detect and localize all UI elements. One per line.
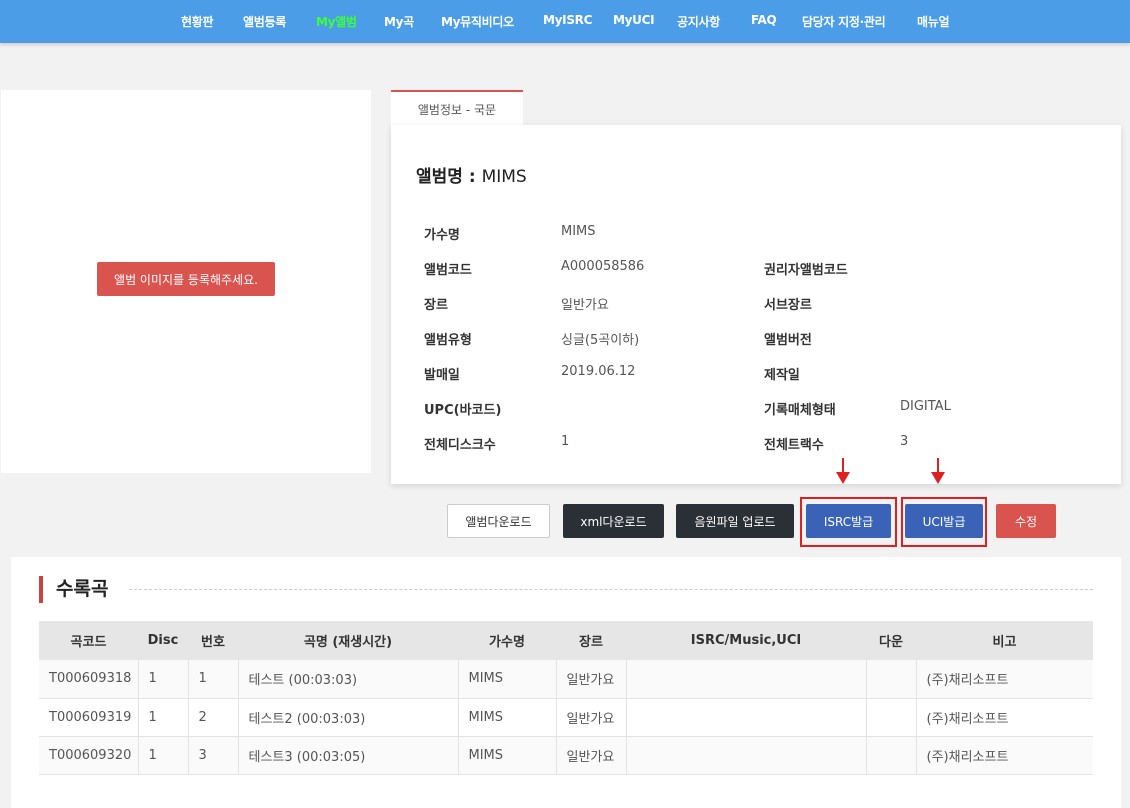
- song-code-cell: T000609319: [39, 698, 139, 737]
- info-row: UPC(바코드) 기록매체형태 DIGITAL: [391, 399, 1121, 419]
- info-row: 가수명 MIMS: [391, 224, 1121, 244]
- singer-cell: MIMS: [458, 698, 557, 737]
- upc-label: UPC(바코드): [424, 403, 502, 418]
- genre-cell: 일반가요: [556, 660, 627, 699]
- tracks-title: 수록곡: [39, 576, 108, 603]
- column-header: 비고: [916, 621, 1093, 660]
- nav-item-my-song[interactable]: My곡: [384, 13, 414, 30]
- genre-cell: 일반가요: [556, 698, 627, 737]
- table-row[interactable]: T000609318 1 1 테스트 (00:03:03) MIMS 일반가요 …: [39, 660, 1093, 699]
- column-header: 곡코드: [39, 621, 138, 660]
- download-cell: [866, 736, 917, 775]
- release-date-value: 2019.06.12: [561, 364, 636, 379]
- nav-item-faq[interactable]: FAQ: [751, 13, 777, 27]
- register-image-button[interactable]: 앨범 이미지를 등록해주세요.: [97, 262, 275, 296]
- album-image-panel: 앨범 이미지를 등록해주세요.: [1, 90, 371, 473]
- info-row: 발매일 2019.06.12 제작일: [391, 364, 1121, 384]
- column-header: 곡명 (재생시간): [238, 621, 458, 660]
- album-code-label: 앨범코드: [424, 263, 472, 278]
- nav-item-my-uci[interactable]: MyUCI: [613, 13, 655, 27]
- table-header-row: 곡코드 Disc 번호 곡명 (재생시간) 가수명 장르 ISRC/Music,…: [39, 621, 1093, 660]
- production-date-label: 제작일: [764, 368, 800, 383]
- table-row[interactable]: T000609320 1 3 테스트3 (00:03:05) MIMS 일반가요…: [39, 736, 1093, 775]
- nav-item-notice[interactable]: 공지사항: [677, 13, 720, 30]
- media-type-label: 기록매체형태: [764, 403, 836, 418]
- song-title-cell[interactable]: 테스트3 (00:03:05): [238, 736, 459, 775]
- album-info-panel: 앨범명 : MIMS 가수명 MIMS 앨범코드 A000058586 권리자앨…: [391, 125, 1121, 484]
- arrow-down-icon: [836, 458, 850, 484]
- column-header: 다운: [866, 621, 916, 660]
- total-discs-value: 1: [561, 434, 570, 449]
- column-header: ISRC/Music,UCI: [626, 621, 866, 660]
- album-type-value: 싱글(5곡이하): [561, 333, 640, 348]
- singer-label: 가수명: [424, 228, 460, 243]
- disc-cell: 1: [138, 660, 189, 699]
- nav-item-dashboard[interactable]: 현황판: [181, 13, 214, 30]
- album-title-label: 앨범명 :: [416, 167, 482, 187]
- column-header: 가수명: [458, 621, 556, 660]
- top-nav: 현황판 앨범등록 My앨범 My곡 My뮤직비디오 MyISRC MyUCI 공…: [0, 0, 1130, 43]
- note-cell: (주)채리소프트: [916, 698, 1093, 737]
- arrow-down-icon: [931, 458, 945, 484]
- nav-item-my-isrc[interactable]: MyISRC: [543, 13, 592, 27]
- tracks-table: 곡코드 Disc 번호 곡명 (재생시간) 가수명 장르 ISRC/Music,…: [39, 621, 1093, 775]
- uci-issue-button[interactable]: UCI발급: [905, 504, 983, 538]
- info-row: 앨범코드 A000058586 권리자앨범코드: [391, 259, 1121, 279]
- nav-item-album-register[interactable]: 앨범등록: [243, 13, 286, 30]
- isrc-cell: [626, 698, 867, 737]
- singer-cell: MIMS: [458, 660, 557, 699]
- info-row: 앨범유형 싱글(5곡이하) 앨범버전: [391, 329, 1121, 349]
- isrc-cell: [626, 660, 867, 699]
- album-type-label: 앨범유형: [424, 333, 472, 348]
- total-discs-label: 전체디스크수: [424, 438, 496, 453]
- disc-cell: 1: [138, 698, 189, 737]
- nav-item-manual[interactable]: 매뉴얼: [917, 13, 950, 30]
- singer-value: MIMS: [561, 224, 596, 239]
- song-code-cell: T000609320: [39, 736, 139, 775]
- nav-item-my-album[interactable]: My앨범: [316, 13, 357, 30]
- nav-item-my-music-video[interactable]: My뮤직비디오: [441, 13, 514, 30]
- number-cell: 1: [188, 660, 239, 699]
- column-header: 장르: [556, 621, 626, 660]
- song-code-cell: T000609318: [39, 660, 139, 699]
- column-header: Disc: [138, 621, 188, 660]
- rights-album-code-label: 권리자앨범코드: [764, 263, 848, 278]
- total-tracks-label: 전체트랙수: [764, 438, 824, 453]
- singer-cell: MIMS: [458, 736, 557, 775]
- tracks-section: 수록곡 곡코드 Disc 번호 곡명 (재생시간) 가수명 장르 ISRC/Mu…: [11, 557, 1121, 808]
- info-row: 전체디스크수 1 전체트랙수 3: [391, 434, 1121, 454]
- release-date-label: 발매일: [424, 368, 460, 383]
- edit-button[interactable]: 수정: [996, 504, 1056, 538]
- album-version-label: 앨범버전: [764, 333, 812, 348]
- nav-item-manager[interactable]: 담당자 지정·관리: [802, 13, 886, 30]
- xml-download-button[interactable]: xml다운로드: [563, 504, 664, 538]
- genre-value: 일반가요: [561, 298, 609, 313]
- album-code-value: A000058586: [561, 259, 645, 274]
- isrc-cell: [626, 736, 867, 775]
- disc-cell: 1: [138, 736, 189, 775]
- album-download-button[interactable]: 앨범다운로드: [447, 504, 550, 538]
- download-cell: [866, 698, 917, 737]
- album-title-value: MIMS: [481, 167, 527, 187]
- download-cell: [866, 660, 917, 699]
- sub-genre-label: 서브장르: [764, 298, 812, 313]
- note-cell: (주)채리소프트: [916, 660, 1093, 699]
- song-title-cell[interactable]: 테스트 (00:03:03): [238, 660, 459, 699]
- number-cell: 3: [188, 736, 239, 775]
- song-title-cell[interactable]: 테스트2 (00:03:03): [238, 698, 459, 737]
- total-tracks-value: 3: [900, 434, 909, 449]
- genre-cell: 일반가요: [556, 736, 627, 775]
- number-cell: 2: [188, 698, 239, 737]
- audio-upload-button[interactable]: 음원파일 업로드: [676, 504, 794, 538]
- tab-album-info-korean[interactable]: 앨범정보 - 국문: [391, 90, 523, 126]
- note-cell: (주)채리소프트: [916, 736, 1093, 775]
- column-header: 번호: [188, 621, 238, 660]
- media-type-value: DIGITAL: [900, 399, 951, 414]
- title-divider: [129, 589, 1093, 590]
- isrc-issue-button[interactable]: ISRC발급: [806, 504, 891, 538]
- genre-label: 장르: [424, 298, 448, 313]
- album-title: 앨범명 : MIMS: [416, 162, 527, 187]
- table-row[interactable]: T000609319 1 2 테스트2 (00:03:03) MIMS 일반가요…: [39, 698, 1093, 737]
- info-row: 장르 일반가요 서브장르: [391, 294, 1121, 314]
